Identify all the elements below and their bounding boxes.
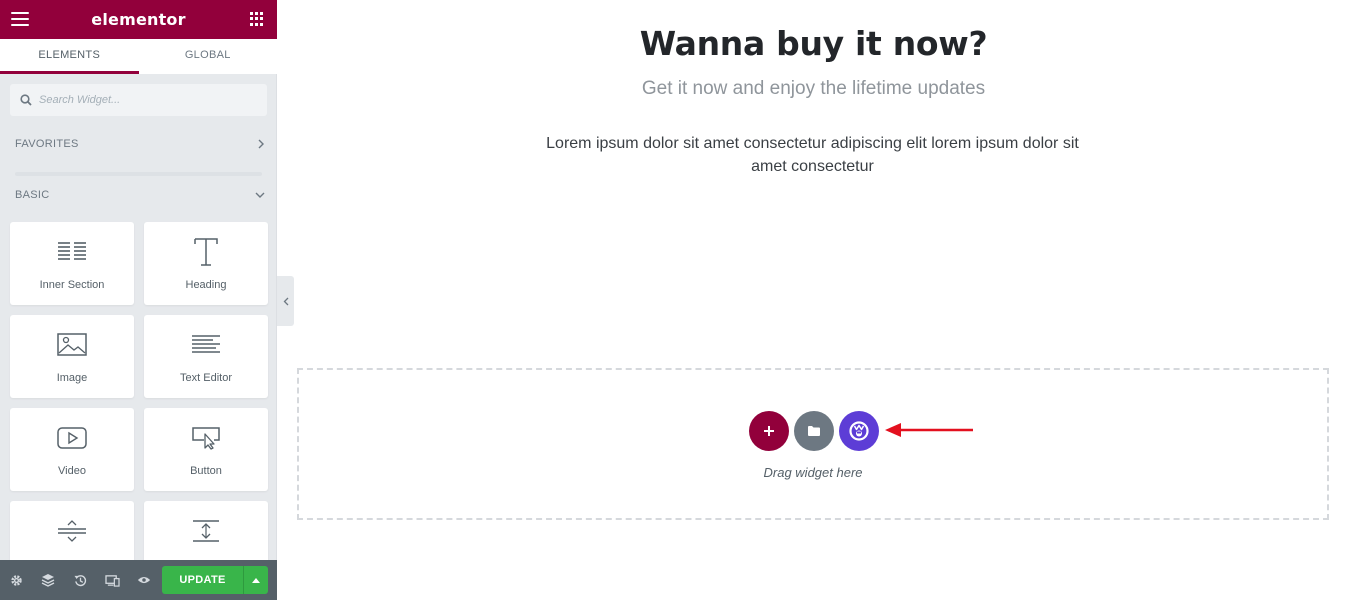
widget-video[interactable]: Video [10,408,134,491]
category-label: BASIC [15,189,50,201]
tab-elements[interactable]: ELEMENTS [0,39,139,74]
widgets-grid-icon[interactable] [250,12,264,26]
pointer-arrow-annotation [885,423,973,437]
widget-label: Image [56,372,88,384]
caret-up-icon [252,577,260,583]
page-headline: Wanna buy it now? [639,24,988,63]
template-library-addon-button[interactable] [839,411,879,451]
widget-label: Button [190,465,222,477]
add-template-button[interactable] [794,411,834,451]
tab-global[interactable]: GLOBAL [139,39,278,74]
widget-heading[interactable]: Heading [144,222,268,305]
plus-icon [764,426,774,436]
search-input[interactable] [39,94,249,106]
page-body-text: Lorem ipsum dolor sit amet consectetur a… [546,135,1079,175]
folder-icon [808,426,820,436]
widget-label: Heading [185,279,227,291]
chevron-right-icon [258,139,264,149]
layers-icon[interactable] [32,560,64,600]
history-icon[interactable] [64,560,96,600]
responsive-icon[interactable] [96,560,128,600]
search-icon [20,94,32,106]
elementor-logo: elementor [91,10,186,29]
divider-icon [56,515,88,547]
button-icon [190,422,222,454]
panel-footer: UPDATE [0,560,277,600]
spacer-icon [190,515,222,547]
widget-search [10,84,267,116]
inner-section-icon [56,236,88,268]
widget-label: Video [58,465,86,477]
widget-image[interactable]: Image [10,315,134,398]
dropzone-actions [749,411,884,451]
hamburger-menu-icon[interactable] [11,12,29,26]
widget-text-editor[interactable]: Text Editor [144,315,268,398]
divider [15,172,262,176]
page-canvas: Wanna buy it now? Get it now and enjoy t… [278,0,1349,600]
category-label: FAVORITES [15,138,79,150]
widget-label: Text Editor [180,372,232,384]
image-icon [56,329,88,361]
category-basic[interactable]: BASIC [15,189,265,201]
page-subheading: Get it now and enjoy the lifetime update… [641,78,986,99]
empty-section-dropzone[interactable]: Drag widget here [297,368,1329,520]
widget-inner-section[interactable]: Inner Section [10,222,134,305]
chevron-down-icon [255,192,265,198]
video-icon [56,422,88,454]
widget-button[interactable]: Button [144,408,268,491]
text-editor-icon [190,329,222,361]
add-section-button[interactable] [749,411,789,451]
addon-logo-icon [849,421,869,441]
category-favorites[interactable]: FAVORITES [15,138,265,150]
settings-icon[interactable] [0,560,32,600]
heading-icon [190,236,222,268]
preview-eye-icon[interactable] [128,560,160,600]
dropzone-hint: Drag widget here [763,465,863,480]
update-button[interactable]: UPDATE [162,566,243,594]
widget-label: Inner Section [39,279,105,291]
editor-panel: elementor ELEMENTS GLOBAL FAVORITES BASI… [0,0,277,600]
save-options-button[interactable] [243,566,268,594]
panel-tabs: ELEMENTS GLOBAL [0,39,277,74]
panel-header: elementor [0,0,277,39]
